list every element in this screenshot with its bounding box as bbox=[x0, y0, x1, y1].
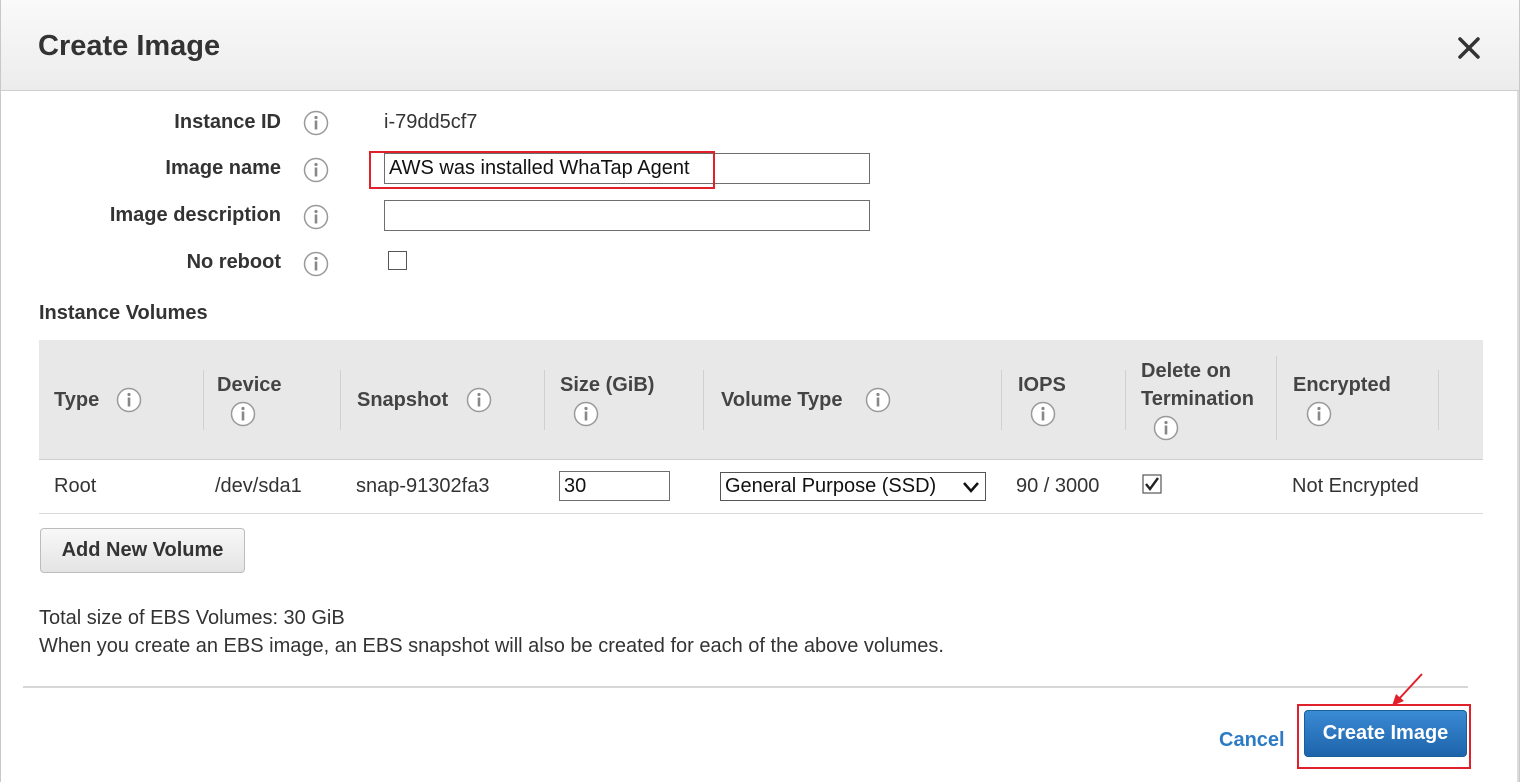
total-size-text: Total size of EBS Volumes: 30 GiB bbox=[39, 607, 345, 629]
instance-volumes-title: Instance Volumes bbox=[39, 302, 208, 324]
cell-device: /dev/sda1 bbox=[215, 475, 302, 497]
column-divider bbox=[340, 370, 341, 430]
image-name-input[interactable] bbox=[384, 153, 870, 184]
instance-id-value: i-79dd5cf7 bbox=[384, 111, 478, 133]
cell-iops: 90 / 3000 bbox=[1016, 475, 1100, 497]
footer-divider bbox=[23, 686, 1468, 688]
snapshot-note-text: When you create an EBS image, an EBS sna… bbox=[39, 635, 944, 657]
create-image-button[interactable]: Create Image bbox=[1304, 710, 1467, 757]
column-divider bbox=[1438, 370, 1439, 430]
column-divider bbox=[203, 370, 204, 430]
cancel-link[interactable]: Cancel bbox=[1219, 729, 1285, 752]
info-icon[interactable] bbox=[230, 401, 256, 427]
col-iops: IOPS bbox=[1018, 374, 1066, 396]
volume-type-select[interactable]: General Purpose (SSD) bbox=[720, 472, 986, 501]
image-description-input[interactable] bbox=[384, 200, 870, 231]
delete-on-termination-checkbox[interactable] bbox=[1142, 474, 1162, 494]
info-icon[interactable] bbox=[466, 387, 492, 413]
dialog-header: Create Image bbox=[1, 0, 1519, 91]
col-device: Device bbox=[217, 374, 282, 396]
no-reboot-label: No reboot bbox=[186, 251, 281, 273]
cell-type: Root bbox=[54, 475, 97, 497]
col-volume-type: Volume Type bbox=[721, 389, 843, 411]
cell-snapshot: snap-91302fa3 bbox=[356, 475, 490, 497]
chevron-down-icon bbox=[963, 482, 979, 493]
instance-id-label: Instance ID bbox=[174, 111, 281, 133]
table-row: Root /dev/sda1 snap-91302fa3 General Pur… bbox=[39, 460, 1483, 514]
info-icon[interactable] bbox=[303, 204, 329, 230]
volumes-table-header: Type Device Snapshot Size (GiB) Volume T… bbox=[39, 340, 1483, 460]
info-icon[interactable] bbox=[303, 157, 329, 183]
col-encrypted: Encrypted bbox=[1293, 374, 1391, 396]
info-icon[interactable] bbox=[303, 251, 329, 277]
arrow-annotation-icon bbox=[1392, 673, 1423, 706]
size-input[interactable] bbox=[559, 471, 670, 501]
column-divider bbox=[1276, 356, 1277, 440]
add-new-volume-button[interactable]: Add New Volume bbox=[40, 528, 245, 573]
col-type: Type bbox=[54, 389, 100, 411]
col-delete-on-termination-line2: Termination bbox=[1141, 388, 1254, 410]
create-image-dialog: Create Image Instance ID i-79dd5cf7 Imag… bbox=[0, 0, 1520, 782]
close-icon[interactable] bbox=[1451, 30, 1487, 66]
volume-type-selected: General Purpose (SSD) bbox=[725, 475, 937, 497]
scrollbar[interactable] bbox=[1517, 91, 1519, 782]
dialog-title: Create Image bbox=[38, 30, 221, 62]
image-description-label: Image description bbox=[109, 204, 281, 226]
col-snapshot: Snapshot bbox=[357, 389, 449, 411]
no-reboot-checkbox[interactable] bbox=[388, 251, 407, 270]
info-icon[interactable] bbox=[303, 110, 329, 136]
column-divider bbox=[703, 370, 704, 430]
column-divider bbox=[544, 370, 545, 430]
info-icon[interactable] bbox=[865, 387, 891, 413]
cell-encrypted: Not Encrypted bbox=[1292, 475, 1419, 497]
info-icon[interactable] bbox=[1306, 401, 1332, 427]
col-size: Size (GiB) bbox=[560, 374, 655, 396]
info-icon[interactable] bbox=[1153, 415, 1179, 441]
image-name-label: Image name bbox=[165, 157, 281, 179]
column-divider bbox=[1125, 370, 1126, 430]
info-icon[interactable] bbox=[1030, 401, 1056, 427]
col-delete-on-termination-line1: Delete on bbox=[1141, 360, 1232, 382]
info-icon[interactable] bbox=[116, 387, 142, 413]
info-icon[interactable] bbox=[573, 401, 599, 427]
column-divider bbox=[1001, 370, 1002, 430]
